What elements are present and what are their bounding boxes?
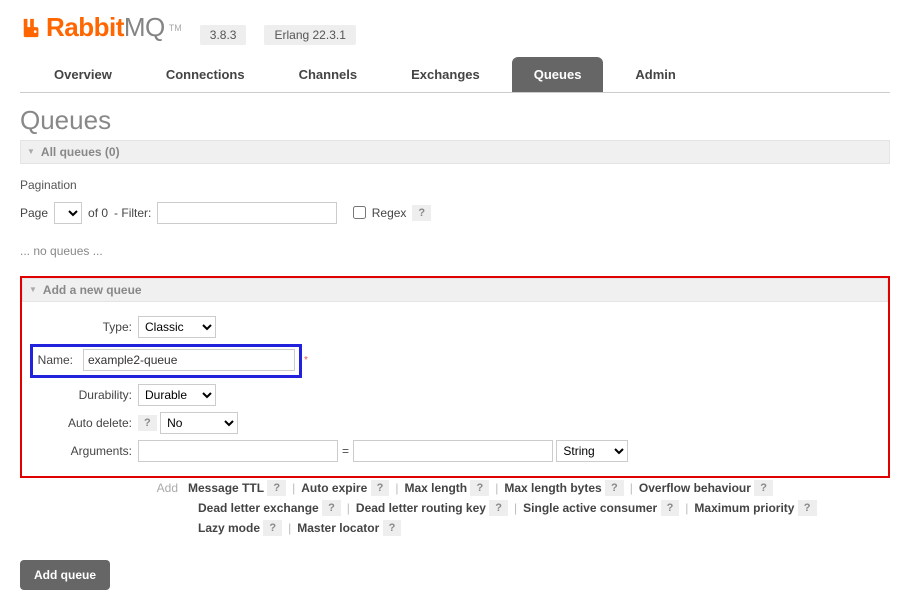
hint-help-icon[interactable]: ? [322, 500, 341, 516]
arguments-label: Arguments: [30, 444, 138, 458]
header: RabbitMQ TM 3.8.3 Erlang 22.3.1 [20, 8, 890, 57]
logo: RabbitMQ TM [20, 12, 182, 43]
hint-dl-routing-key[interactable]: Dead letter routing key [356, 501, 486, 515]
pagination-controls: Page of 0 - Filter: Regex ? [20, 202, 890, 224]
pagination-label: Pagination [20, 178, 890, 192]
hint-single-active-consumer[interactable]: Single active consumer [523, 501, 657, 515]
hint-max-priority[interactable]: Maximum priority [694, 501, 794, 515]
add-queue-highlight-box: ▼ Add a new queue Type: Classic Name: * … [20, 276, 890, 478]
auto-delete-label: Auto delete: [30, 416, 138, 430]
tab-overview[interactable]: Overview [32, 57, 134, 92]
tab-connections[interactable]: Connections [144, 57, 267, 92]
auto-delete-help-icon[interactable]: ? [138, 415, 157, 431]
hint-master-locator[interactable]: Master locator [297, 521, 379, 535]
add-queue-header[interactable]: ▼ Add a new queue [22, 278, 888, 302]
argument-hints: Add Message TTL ?| Auto expire ?| Max le… [20, 478, 890, 546]
auto-delete-select[interactable]: No [160, 412, 238, 434]
name-input[interactable] [83, 349, 295, 371]
hints-add-label: Add [28, 481, 188, 495]
hint-help-icon[interactable]: ? [754, 480, 773, 496]
no-queues-text: ... no queues ... [20, 244, 890, 258]
arg-key-input[interactable] [138, 440, 338, 462]
hint-help-icon[interactable]: ? [267, 480, 286, 496]
tab-admin[interactable]: Admin [613, 57, 697, 92]
hint-dl-exchange[interactable]: Dead letter exchange [198, 501, 319, 515]
tab-exchanges[interactable]: Exchanges [389, 57, 502, 92]
arg-type-select[interactable]: String [556, 440, 628, 462]
hint-overflow-behaviour[interactable]: Overflow behaviour [639, 481, 751, 495]
hint-help-icon[interactable]: ? [798, 500, 817, 516]
filter-label: - Filter: [114, 206, 151, 220]
tab-queues[interactable]: Queues [512, 57, 604, 92]
filter-input[interactable] [157, 202, 337, 224]
hint-help-icon[interactable]: ? [263, 520, 282, 536]
hint-max-length-bytes[interactable]: Max length bytes [504, 481, 601, 495]
regex-help-icon[interactable]: ? [412, 205, 431, 221]
hint-auto-expire[interactable]: Auto expire [301, 481, 367, 495]
durability-select[interactable]: Durable [138, 384, 216, 406]
version-badge: 3.8.3 [200, 25, 247, 45]
hint-help-icon[interactable]: ? [383, 520, 402, 536]
add-queue-button[interactable]: Add queue [20, 560, 110, 590]
page-title: Queues [20, 105, 890, 136]
tab-channels[interactable]: Channels [277, 57, 380, 92]
hint-help-icon[interactable]: ? [470, 480, 489, 496]
durability-label: Durability: [30, 388, 138, 402]
name-highlight-box: Name: [30, 344, 302, 378]
regex-checkbox[interactable] [353, 206, 366, 219]
name-label: Name: [37, 353, 79, 367]
main-tabs: Overview Connections Channels Exchanges … [20, 57, 890, 93]
of-text: of 0 [88, 206, 108, 220]
regex-label: Regex [372, 206, 407, 220]
erlang-badge: Erlang 22.3.1 [264, 25, 355, 45]
hint-help-icon[interactable]: ? [605, 480, 624, 496]
hint-help-icon[interactable]: ? [661, 500, 680, 516]
trademark: TM [169, 23, 182, 33]
equals-sign: = [342, 444, 349, 458]
hint-help-icon[interactable]: ? [371, 480, 390, 496]
add-queue-form: Type: Classic Name: * Durability: Durabl… [22, 302, 888, 476]
all-queues-label: All queues (0) [41, 145, 120, 159]
add-queue-label: Add a new queue [43, 283, 142, 297]
page-label: Page [20, 206, 48, 220]
chevron-down-icon: ▼ [27, 147, 35, 156]
arg-val-input[interactable] [353, 440, 553, 462]
hint-lazy-mode[interactable]: Lazy mode [198, 521, 260, 535]
page-select[interactable] [54, 202, 82, 224]
hint-message-ttl[interactable]: Message TTL [188, 481, 264, 495]
all-queues-header[interactable]: ▼ All queues (0) [20, 140, 890, 164]
logo-text: RabbitMQ [46, 12, 165, 43]
type-label: Type: [30, 320, 138, 334]
hint-help-icon[interactable]: ? [489, 500, 508, 516]
type-select[interactable]: Classic [138, 316, 216, 338]
hint-max-length[interactable]: Max length [404, 481, 467, 495]
rabbit-icon [20, 17, 44, 39]
chevron-down-icon: ▼ [29, 285, 37, 294]
required-asterisk: * [304, 355, 308, 366]
